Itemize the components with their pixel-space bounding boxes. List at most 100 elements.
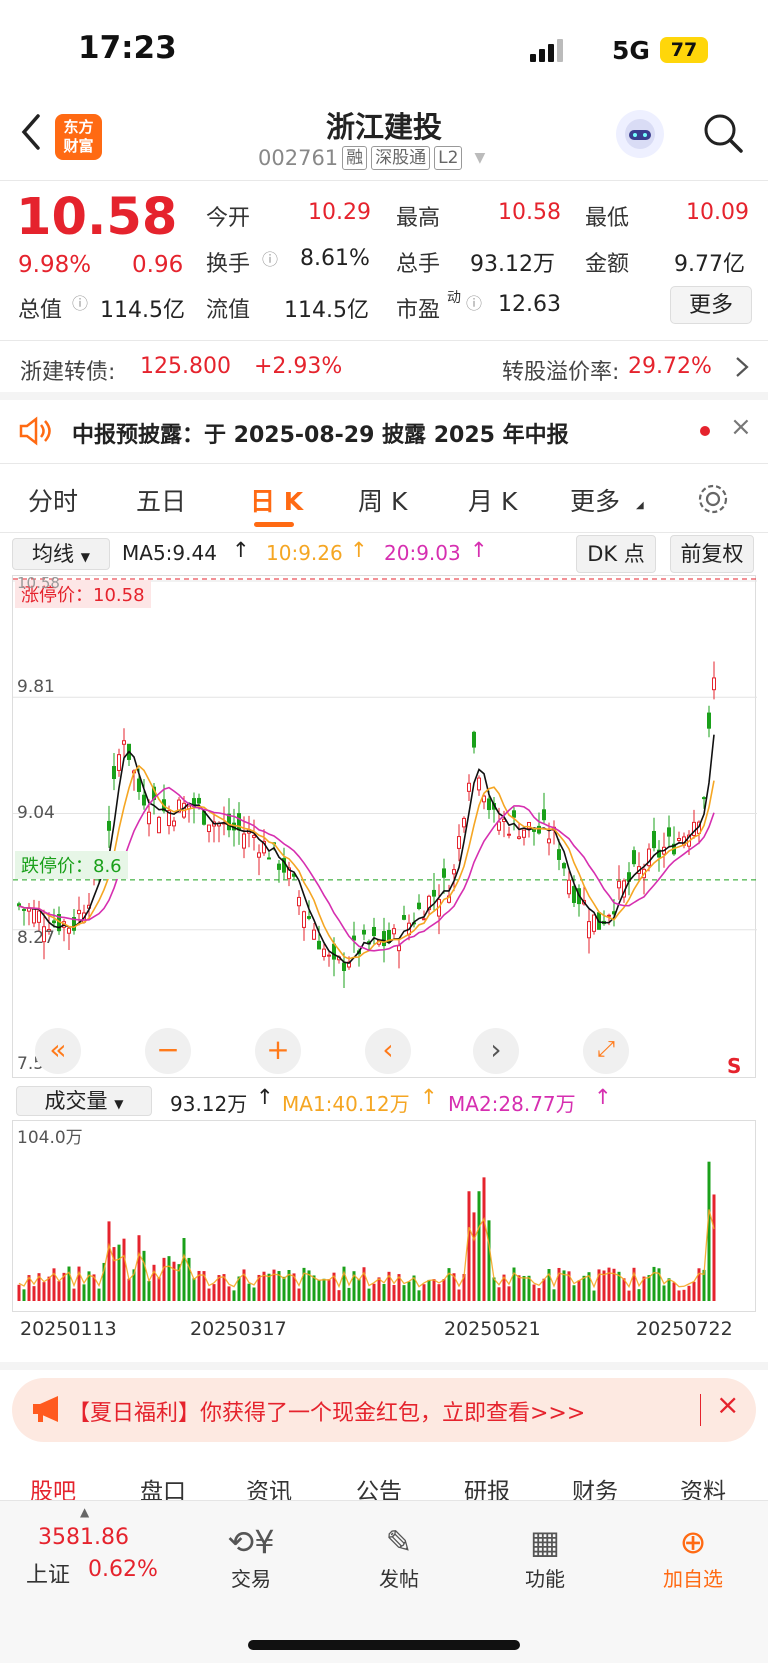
- candle-body: [172, 820, 176, 827]
- volume-bar: [372, 1283, 376, 1301]
- candle-body: [37, 910, 41, 923]
- dk-point-button[interactable]: DK 点: [576, 535, 656, 573]
- battery-level: 77: [670, 39, 698, 61]
- candle-body: [452, 869, 456, 875]
- assistant-avatar-icon[interactable]: [616, 110, 664, 158]
- volume-bar: [427, 1279, 431, 1301]
- edit-icon: ✎: [385, 1523, 413, 1561]
- search-icon[interactable]: [700, 110, 746, 156]
- close-icon[interactable]: ×: [716, 1388, 739, 1421]
- volume-chart[interactable]: 104.0万: [12, 1120, 756, 1312]
- more-button[interactable]: 更多: [670, 286, 752, 324]
- candle-body: [122, 740, 126, 745]
- volume-bar: [182, 1238, 186, 1301]
- volume-bar: [147, 1280, 151, 1301]
- volume-bar: [662, 1285, 666, 1301]
- pe-superscript: 动: [447, 290, 461, 306]
- scroll-left-button[interactable]: ‹: [365, 1028, 411, 1074]
- candle-body: [242, 833, 246, 849]
- candle-body: [252, 835, 256, 838]
- bottom-nav: ▲ 3581.86 上证 0.62% ⟲¥ 交易 ✎ 发帖 ▦ 功能 ⊕ 加自选: [0, 1500, 768, 1663]
- ma10-value: 10:9.26: [266, 541, 343, 565]
- candle-body: [617, 880, 621, 889]
- kline-chart[interactable]: 涨停价：10.58 跌停价：8.6 10.58 9.81 9.04 8.27 7…: [12, 574, 757, 1078]
- volume-bar: [82, 1284, 86, 1301]
- tab-monthly-k[interactable]: 月 K: [468, 482, 517, 518]
- notice-bar[interactable]: 中报预披露：于 2025-08-29 披露 2025 年中报 ×: [0, 400, 768, 462]
- volume-bar: [592, 1290, 596, 1301]
- promo-text: 【夏日福利】你获得了一个现金红包，立即查看>>>: [68, 1401, 586, 1426]
- volume-bar: [172, 1261, 176, 1301]
- info-icon[interactable]: ⓘ: [72, 290, 88, 314]
- tab-intraday[interactable]: 分时: [28, 482, 78, 518]
- volume-bar: [122, 1238, 126, 1301]
- candle-body: [297, 896, 301, 907]
- battery-icon: 77: [660, 37, 708, 63]
- zoom-out-button[interactable]: −: [145, 1028, 191, 1074]
- volume-bar: [487, 1220, 491, 1301]
- volume-bar: [337, 1290, 341, 1301]
- kline-svg: [13, 578, 757, 988]
- volume-bar: [422, 1284, 426, 1301]
- info-icon[interactable]: ⓘ: [262, 246, 278, 270]
- post-button[interactable]: ✎ 发帖: [344, 1521, 454, 1592]
- trade-button[interactable]: ⟲¥ 交易: [196, 1521, 306, 1592]
- volume-selector[interactable]: 成交量 ▼: [16, 1086, 152, 1116]
- signal-icon: [530, 39, 563, 62]
- label-low: 最低: [585, 206, 630, 231]
- settings-gear-icon[interactable]: [696, 482, 730, 516]
- candle-body: [307, 916, 311, 919]
- candle-body: [507, 833, 511, 836]
- candle-body: [197, 797, 201, 804]
- date-label: 20250722: [636, 1318, 733, 1340]
- candle-body: [392, 928, 396, 935]
- tab-weekly-k[interactable]: 周 K: [358, 482, 407, 518]
- dropdown-icon[interactable]: ▼: [474, 150, 485, 166]
- promo-banner[interactable]: 【夏日福利】你获得了一个现金红包，立即查看>>> ×: [12, 1378, 756, 1442]
- scroll-right-button[interactable]: ›: [473, 1028, 519, 1074]
- add-watchlist-button[interactable]: ⊕ 加自选: [638, 1521, 748, 1592]
- scroll-left-fast-button[interactable]: «: [35, 1028, 81, 1074]
- volume-bar: [677, 1290, 681, 1301]
- change-amount: 0.96: [132, 252, 184, 278]
- ma-selector[interactable]: 均线 ▼: [12, 538, 110, 570]
- tag-connect: 深股通: [371, 146, 431, 170]
- volume-bar: [377, 1277, 381, 1301]
- volume-bar: [57, 1281, 61, 1301]
- candle-body: [267, 857, 271, 860]
- volume-max-label: 104.0万: [17, 1128, 83, 1148]
- volume-bar: [32, 1286, 36, 1301]
- close-icon[interactable]: ×: [730, 412, 752, 442]
- candle-body: [397, 945, 401, 952]
- candle-body: [77, 909, 81, 915]
- adjust-price-button[interactable]: 前复权: [670, 535, 754, 573]
- volume-bar: [212, 1284, 216, 1301]
- volume-bar: [142, 1250, 146, 1301]
- fullscreen-button[interactable]: ⤢: [583, 1028, 629, 1074]
- tab-five-day[interactable]: 五日: [136, 482, 186, 518]
- candle-body: [572, 886, 576, 903]
- zoom-in-button[interactable]: +: [255, 1028, 301, 1074]
- convertible-bond-row[interactable]: 浙建转债: 125.800 +2.93% 转股溢价率: 29.72%: [0, 340, 768, 390]
- functions-button[interactable]: ▦ 功能: [490, 1521, 600, 1592]
- volume-bar: [517, 1275, 521, 1301]
- volume-bar: [107, 1221, 111, 1301]
- volume-bar: [647, 1275, 651, 1301]
- volume-bar: [532, 1284, 536, 1301]
- tab-more[interactable]: 更多: [570, 482, 620, 518]
- ma20-value: 20:9.03: [384, 541, 461, 565]
- candle-body: [322, 948, 326, 957]
- label-open: 今开: [206, 206, 251, 231]
- bond-change: +2.93%: [254, 354, 343, 379]
- premium-label: 转股溢价率:: [502, 360, 620, 385]
- unread-dot: [700, 426, 710, 436]
- megaphone-icon: [33, 1396, 58, 1422]
- value-low: 10.09: [686, 200, 749, 225]
- tab-daily-k[interactable]: 日 K: [250, 482, 303, 518]
- info-icon[interactable]: ⓘ: [466, 290, 482, 314]
- chevron-right-icon: [736, 357, 749, 377]
- candle-body: [562, 863, 566, 869]
- premium-value: 29.72%: [628, 354, 712, 379]
- index-value[interactable]: 3581.86: [38, 1525, 129, 1550]
- status-bar: 17:23 5G 77: [0, 0, 768, 100]
